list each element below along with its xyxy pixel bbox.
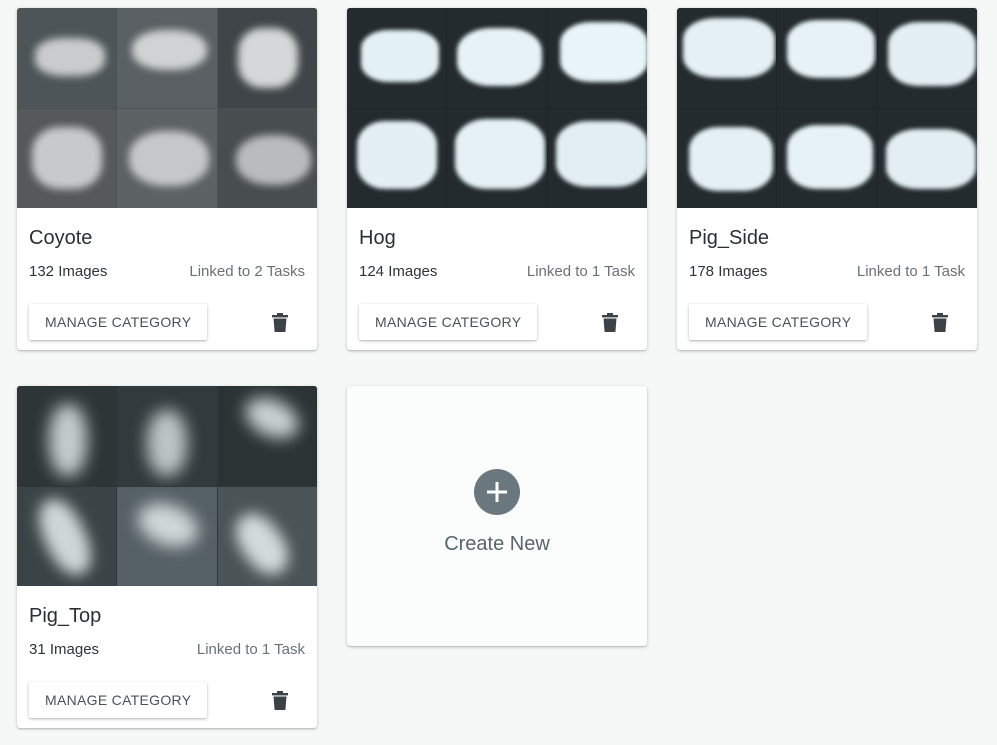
image-count: 132 Images xyxy=(29,263,108,280)
manage-category-button[interactable]: MANAGE CATEGORY xyxy=(29,304,208,340)
image-count: 124 Images xyxy=(359,263,438,280)
category-name: Hog xyxy=(359,227,396,249)
image-count: 31 Images xyxy=(29,641,100,658)
create-new-category-card[interactable]: Create New xyxy=(347,386,647,646)
thumbnail-image xyxy=(347,8,447,108)
thumbnail-image xyxy=(117,486,217,586)
manage-category-button[interactable]: MANAGE CATEGORY xyxy=(359,304,538,340)
thumbnail-image xyxy=(547,8,647,108)
category-card-hog: Hog 124 Images Linked to 1 Task MANAGE C… xyxy=(347,8,647,350)
category-thumbnail-grid xyxy=(17,386,317,586)
plus-circle-icon[interactable] xyxy=(474,468,520,515)
thumbnail-image xyxy=(17,108,117,208)
manage-category-button[interactable]: MANAGE CATEGORY xyxy=(689,304,868,340)
thumbnail-image xyxy=(117,108,217,208)
image-count: 178 Images xyxy=(689,263,768,280)
thumbnail-image xyxy=(547,108,647,208)
thumbnail-image xyxy=(217,8,317,108)
category-name: Pig_Side xyxy=(689,227,770,249)
thumbnail-image xyxy=(17,486,117,586)
thumbnail-image xyxy=(117,8,217,108)
thumbnail-image xyxy=(217,486,317,586)
thumbnail-image xyxy=(677,108,777,208)
trash-icon[interactable] xyxy=(599,310,621,334)
thumbnail-image xyxy=(777,108,877,208)
linked-tasks: Linked to 2 Tasks xyxy=(189,263,305,280)
linked-tasks: Linked to 1 Task xyxy=(526,263,635,280)
thumbnail-image xyxy=(777,8,877,108)
category-thumbnail-grid xyxy=(17,8,317,208)
thumbnail-image xyxy=(677,8,777,108)
thumbnail-image xyxy=(17,8,117,108)
trash-icon[interactable] xyxy=(269,310,291,334)
category-card-pig-top: Pig_Top 31 Images Linked to 1 Task MANAG… xyxy=(17,386,317,728)
trash-icon[interactable] xyxy=(269,688,291,712)
category-name: Coyote xyxy=(29,227,93,249)
linked-tasks: Linked to 1 Task xyxy=(196,641,305,658)
thumbnail-image xyxy=(117,386,217,486)
category-thumbnail-grid xyxy=(677,8,977,208)
manage-category-button[interactable]: MANAGE CATEGORY xyxy=(29,682,208,718)
thumbnail-image xyxy=(17,386,117,486)
category-name: Pig_Top xyxy=(29,605,102,627)
thumbnail-image xyxy=(347,108,447,208)
thumbnail-image xyxy=(447,108,547,208)
category-thumbnail-grid xyxy=(347,8,647,208)
category-card-pig-side: Pig_Side 178 Images Linked to 1 Task MAN… xyxy=(677,8,977,350)
thumbnail-image xyxy=(217,386,317,486)
thumbnail-image xyxy=(877,108,977,208)
thumbnail-image xyxy=(877,8,977,108)
thumbnail-image xyxy=(447,8,547,108)
linked-tasks: Linked to 1 Task xyxy=(856,263,965,280)
category-card-coyote: Coyote 132 Images Linked to 2 Tasks MANA… xyxy=(17,8,317,350)
thumbnail-image xyxy=(217,108,317,208)
create-new-label[interactable]: Create New xyxy=(444,533,550,556)
trash-icon[interactable] xyxy=(929,310,951,334)
